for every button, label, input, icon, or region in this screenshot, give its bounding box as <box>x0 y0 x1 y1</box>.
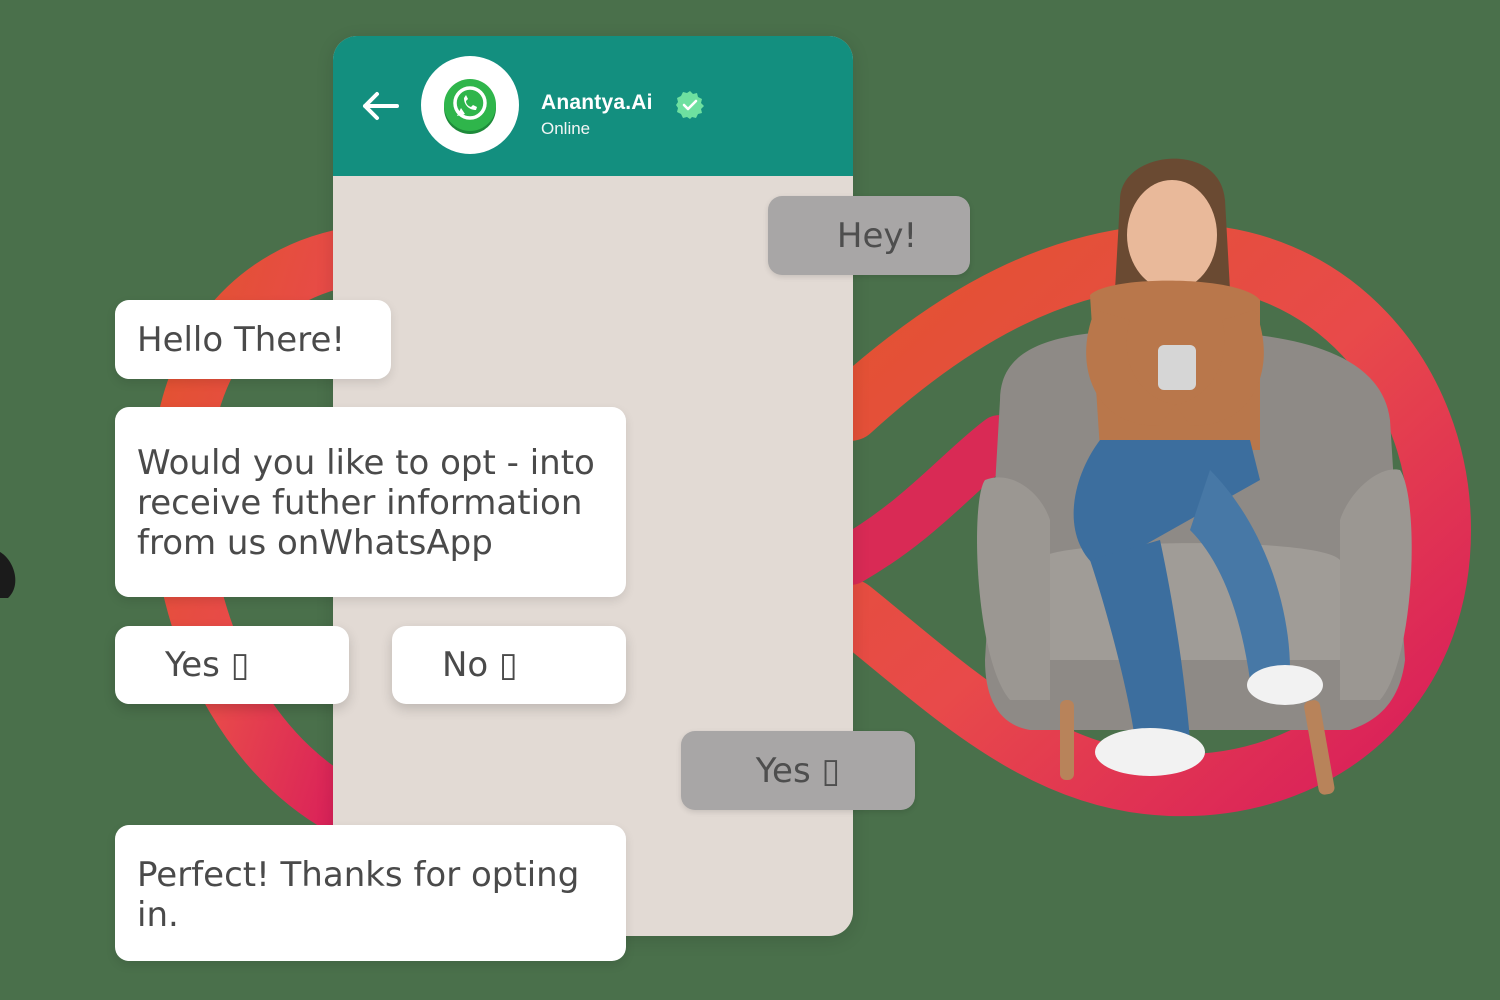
reply-label: No ▯ <box>442 645 518 685</box>
message-text: Yes ▯ <box>755 750 841 791</box>
whatsapp-logo-icon <box>444 79 496 134</box>
message-text: Would you like to opt - into receive fut… <box>137 443 595 563</box>
message-text: Perfect! Thanks for opting in. <box>137 855 580 935</box>
verified-check-icon <box>676 91 704 119</box>
incoming-message: Hello There! <box>115 300 391 379</box>
quick-reply-no-button[interactable]: No ▯ <box>392 626 626 704</box>
incoming-message: Perfect! Thanks for opting in. <box>115 825 626 961</box>
chat-header: Anantya.Ai Online <box>333 36 853 176</box>
contact-name: Anantya.Ai <box>541 91 653 114</box>
reply-label: Yes ▯ <box>165 645 250 685</box>
incoming-message: Would you like to opt - into receive fut… <box>115 407 626 597</box>
woman-on-armchair-illustration <box>977 158 1412 795</box>
quick-reply-yes-button[interactable]: Yes ▯ <box>115 626 349 704</box>
outgoing-message: Yes ▯ <box>681 731 915 810</box>
message-text: Hello There! <box>137 319 346 360</box>
arrow-left-icon[interactable] <box>357 86 403 126</box>
contact-status: Online <box>541 119 591 138</box>
message-text: Hey! <box>836 215 918 256</box>
avatar[interactable] <box>421 56 519 154</box>
outgoing-message: Hey! <box>768 196 970 275</box>
